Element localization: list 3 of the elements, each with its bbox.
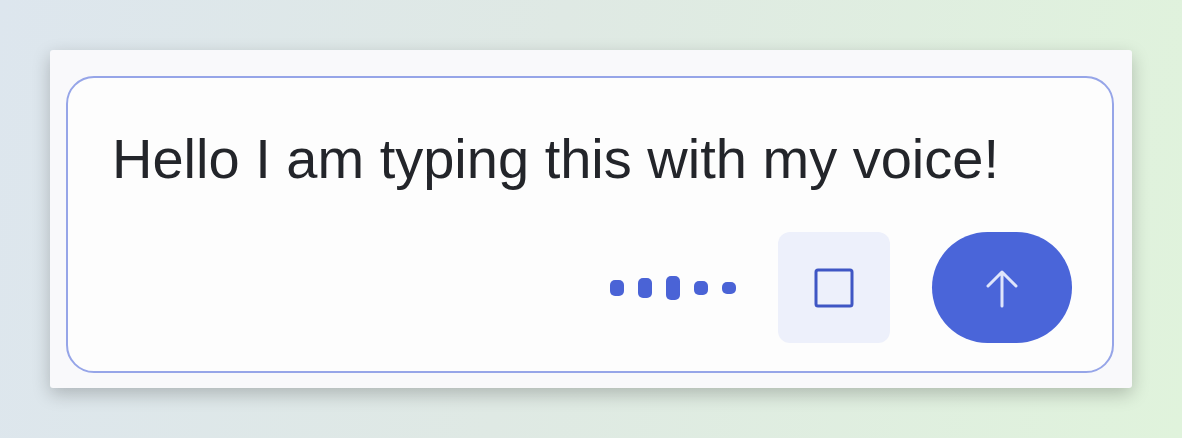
stop-icon <box>814 267 854 308</box>
message-field[interactable]: Hello I am typing this with my voice! <box>112 126 1072 191</box>
stop-button[interactable] <box>778 232 890 343</box>
